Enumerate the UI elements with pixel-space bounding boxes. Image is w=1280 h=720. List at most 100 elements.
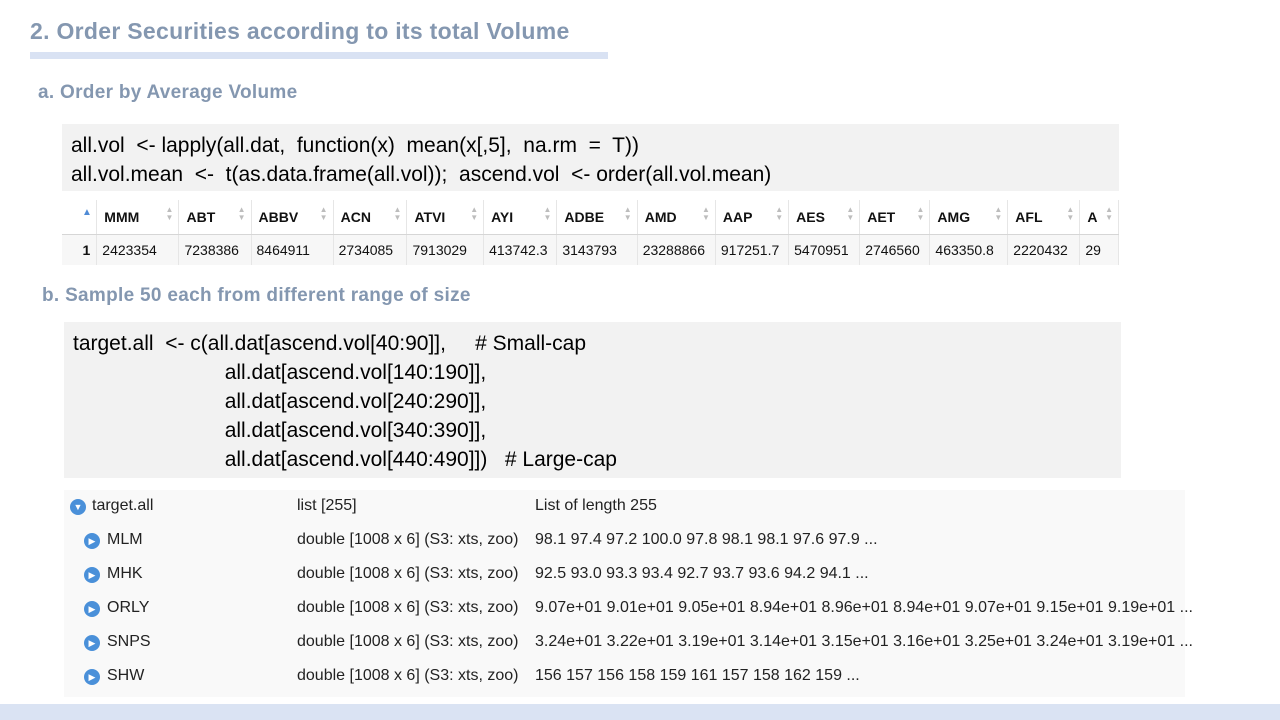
environment-row[interactable]: ▶ MLM double [1008 x 6] (S3: xts, zoo) 98.1… — [64, 524, 1185, 558]
sort-icon: ▲ ▼ — [393, 205, 402, 222]
table-cell: 463350.8 — [929, 234, 1009, 265]
column-header-label: AMG — [937, 209, 971, 225]
table-cell: 7238386 — [178, 234, 252, 265]
title-underline — [30, 52, 608, 59]
sort-icon: ▲ ▼ — [470, 205, 479, 222]
column-header-label: AES — [796, 209, 825, 225]
footer-bar — [0, 704, 1280, 720]
sort-icon: ▲ ▼ — [775, 205, 784, 222]
expand-icon[interactable]: ▶ — [84, 601, 100, 617]
variable-value: 156 157 156 158 159 161 157 158 162 159 … — [535, 667, 860, 684]
variable-value: 9.07e+01 9.01e+01 9.05e+01 8.94e+01 8.96… — [535, 599, 1193, 616]
column-header[interactable]: ABBV ▲ ▼ — [251, 200, 334, 235]
variable-name: ORLY — [107, 599, 150, 616]
column-header[interactable]: AET ▲ ▼ — [859, 200, 931, 235]
sort-icon: ▲ ▼ — [994, 205, 1003, 222]
column-header[interactable]: AES ▲ ▼ — [788, 200, 861, 235]
code-block-a: all.vol <- lapply(all.dat, function(x) m… — [62, 124, 1119, 191]
expand-icon[interactable]: ▶ — [84, 567, 100, 583]
column-header-label: AYI — [491, 209, 514, 225]
expand-icon[interactable]: ▶ — [84, 669, 100, 685]
table-cell: 29 — [1079, 234, 1119, 265]
column-header[interactable]: AAP ▲ ▼ — [715, 200, 790, 235]
environment-row[interactable]: ▼ target.all list [255] List of length 255 — [64, 490, 1185, 524]
sort-icon: ▲ ▼ — [543, 205, 552, 222]
column-header[interactable]: ADBE ▲ ▼ — [556, 200, 638, 235]
sort-icon: ▲ ▼ — [237, 205, 246, 222]
code-line: all.dat[ascend.vol[440:490]]) # Large-ca… — [73, 448, 617, 471]
code-line: all.dat[ascend.vol[240:290]], — [73, 390, 487, 413]
table-cell: 2734085 — [333, 234, 408, 265]
variable-value: 92.5 93.0 93.3 93.4 92.7 93.7 93.6 94.2 … — [535, 565, 869, 582]
table-cell: 917251.7 — [715, 234, 790, 265]
code-block-b: target.all <- c(all.dat[ascend.vol[40:90… — [64, 322, 1121, 478]
column-header-label: ABT — [186, 209, 216, 225]
variable-name: target.all — [92, 497, 154, 514]
code-line: target.all <- c(all.dat[ascend.vol[40:90… — [73, 332, 587, 355]
variable-name: SHW — [107, 667, 145, 684]
column-header[interactable]: AMG ▲ ▼ — [929, 200, 1009, 235]
variable-name: MLM — [107, 531, 143, 548]
code-line: all.dat[ascend.vol[140:190]], — [73, 361, 487, 384]
code-line: all.vol <- lapply(all.dat, function(x) m… — [71, 134, 639, 157]
variable-type: double [1008 x 6] (S3: xts, zoo) — [297, 667, 519, 684]
collapse-icon[interactable]: ▼ — [70, 499, 86, 515]
column-header-label: ADBE — [564, 209, 605, 225]
row-index: 1 — [62, 234, 98, 265]
environment-row[interactable]: ▶ MHK double [1008 x 6] (S3: xts, zoo) 92.5… — [64, 558, 1185, 592]
column-header[interactable]: ABT ▲ ▼ — [178, 200, 252, 235]
table-cell: 3143793 — [556, 234, 638, 265]
table-cell: 23288866 — [637, 234, 716, 265]
variable-value: List of length 255 — [535, 497, 657, 514]
subsection-title-b: b. Sample 50 each from different range o… — [42, 285, 471, 306]
column-header[interactable]: AYI ▲ ▼ — [483, 200, 558, 235]
variable-type: list [255] — [297, 497, 357, 514]
environment-row[interactable]: ▶ SHW double [1008 x 6] (S3: xts, zoo) 156 … — [64, 660, 1185, 694]
table-cell: 413742.3 — [483, 234, 558, 265]
variable-type: double [1008 x 6] (S3: xts, zoo) — [297, 599, 519, 616]
column-header-label: ACN — [340, 209, 371, 225]
column-header-label: MMM — [104, 209, 140, 225]
variable-type: double [1008 x 6] (S3: xts, zoo) — [297, 565, 519, 582]
expand-icon[interactable]: ▶ — [84, 533, 100, 549]
column-header-label: AAP — [722, 209, 753, 225]
data-table: ▲ MMM ▲ ▼ ABT ▲ ▼ ABBV ▲ ▼ ACN ▲ ▼ ATVI ▲ ▼ AYI ▲ ▼ ADBE ▲ ▼… — [62, 200, 1119, 266]
table-cell: 5470951 — [788, 234, 861, 265]
column-header-label: ATVI — [414, 209, 446, 225]
code-line: all.dat[ascend.vol[340:390]], — [73, 419, 487, 442]
column-header[interactable]: ACN ▲ ▼ — [333, 200, 408, 235]
environment-row[interactable]: ▶ ORLY double [1008 x 6] (S3: xts, zoo) 9.0… — [64, 592, 1193, 626]
table-cell: 7913029 — [406, 234, 485, 265]
code-line: all.vol.mean <- t(as.data.frame(all.vol)… — [71, 163, 772, 186]
variable-name: SNPS — [107, 633, 151, 650]
sort-icon: ▲ ▼ — [916, 205, 925, 222]
table-cell: 8464911 — [251, 234, 334, 265]
column-header[interactable]: AFL ▲ ▼ — [1007, 200, 1081, 235]
sort-icon: ▲ ▼ — [846, 205, 855, 222]
table-row: 1 2423354 7238386 8464911 2734085 7913029 413… — [62, 234, 1119, 265]
column-header-label: A — [1087, 209, 1098, 225]
expand-icon[interactable]: ▶ — [84, 635, 100, 651]
sort-icon: ▲ ▼ — [1105, 205, 1113, 222]
sort-icon: ▲ ▼ — [319, 205, 328, 222]
sort-icon: ▲ ▼ — [701, 205, 710, 222]
column-header-label: ABBV — [258, 209, 299, 225]
column-header[interactable]: AMD ▲ ▼ — [637, 200, 716, 235]
table-header-row: ▲ MMM ▲ ▼ ABT ▲ ▼ ABBV ▲ ▼ ACN ▲ ▼ ATVI ▲ ▼ AYI ▲ ▼ ADBE ▲ ▼… — [62, 200, 1119, 235]
column-header-label: AMD — [644, 209, 677, 225]
column-header[interactable]: MMM ▲ ▼ — [96, 200, 180, 235]
variable-name: MHK — [107, 565, 143, 582]
sort-icon: ▲ ▼ — [165, 205, 174, 222]
sort-icon: ▲ ▼ — [623, 205, 632, 222]
sort-icon: ▲ ▼ — [1066, 205, 1075, 222]
sort-ascending-icon: ▲ — [82, 207, 92, 218]
section-title: 2. Order Securities according to its tot… — [30, 18, 570, 44]
column-header[interactable]: A ▲ ▼ — [1079, 200, 1119, 235]
subsection-title-a: a. Order by Average Volume — [38, 82, 298, 103]
environment-list: ▼ target.all list [255] List of length 255 ▶… — [64, 490, 1193, 697]
column-header[interactable]: ATVI ▲ ▼ — [406, 200, 485, 235]
index-column-header[interactable]: ▲ — [62, 200, 98, 235]
table-cell: 2423354 — [96, 234, 180, 265]
column-header-label: AFL — [1015, 209, 1043, 225]
environment-row[interactable]: ▶ SNPS double [1008 x 6] (S3: xts, zoo) 3.2… — [64, 626, 1193, 660]
